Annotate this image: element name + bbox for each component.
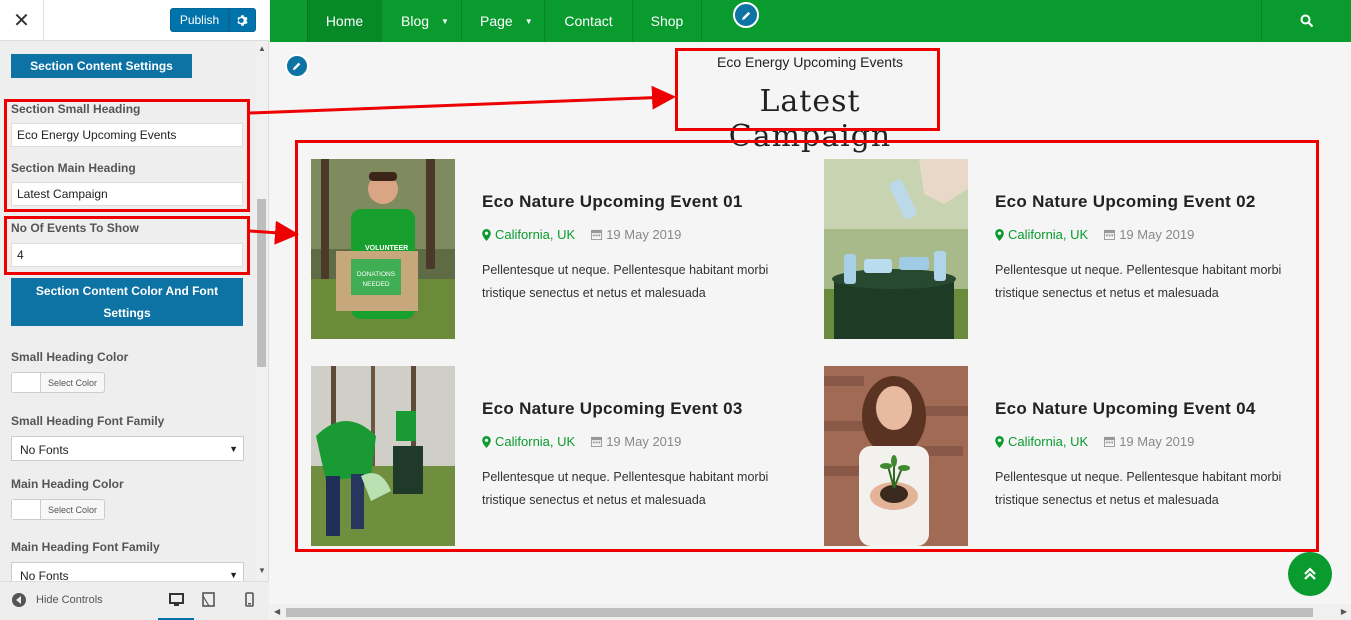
annotation-arrows <box>249 85 676 245</box>
annotation-arrow-heading <box>249 85 676 115</box>
annotation-arrow-events <box>249 220 299 245</box>
app: ✕ Publish Section Content Settings Secti… <box>0 0 1351 620</box>
